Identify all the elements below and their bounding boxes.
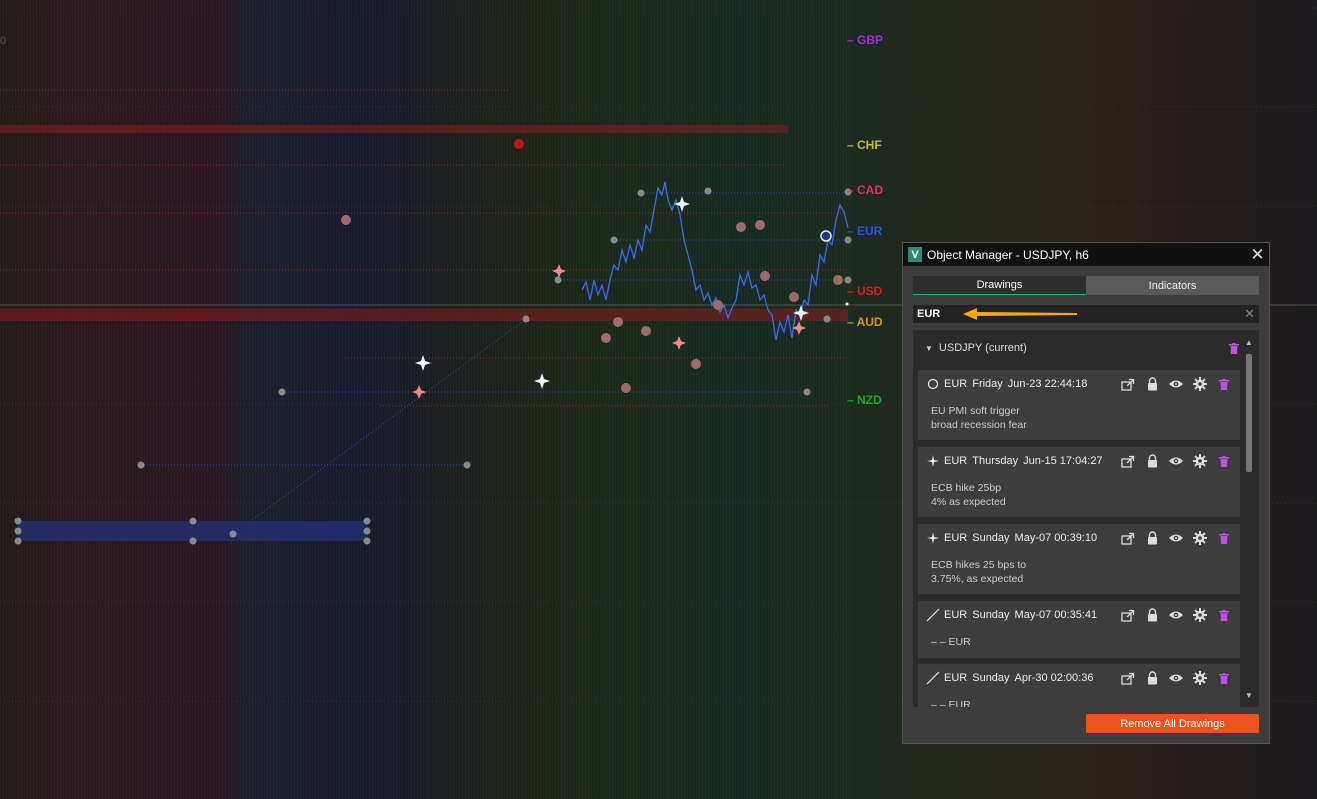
- item-note-line-2: 3.75%, as expected: [931, 573, 1024, 585]
- gear-icon[interactable]: [1192, 453, 1208, 469]
- drawing-item[interactable]: EUR Thursday Jun-15 17:04:27 ECB hike 25bp 4…: [918, 447, 1240, 517]
- trash-icon[interactable]: [1216, 607, 1232, 623]
- item-day: Thursday: [972, 455, 1019, 467]
- remove-all-drawings-button[interactable]: Remove All Drawings: [1086, 714, 1259, 733]
- item-currency: EUR: [944, 378, 968, 390]
- collapse-arrow-icon[interactable]: ▼: [925, 344, 933, 353]
- group-header[interactable]: ▼ USDJPY (current): [913, 330, 1259, 366]
- circle-icon: [926, 377, 940, 391]
- item-datetime: Jun-15 17:04:27: [1023, 455, 1103, 467]
- currency-label-eur: – EUR: [847, 224, 883, 238]
- item-datetime: May-07 00:39:10: [1014, 532, 1098, 544]
- export-icon[interactable]: [1120, 670, 1136, 686]
- item-currency: EUR: [944, 609, 968, 621]
- drawings-list[interactable]: ▼ USDJPY (current) EUR Friday Jun-23 22:44…: [913, 330, 1259, 707]
- gear-icon[interactable]: [1192, 670, 1208, 686]
- currency-label-gbp: – GBP: [847, 33, 884, 47]
- trash-icon[interactable]: [1216, 453, 1232, 469]
- drawing-item[interactable]: EUR Sunday Apr-30 02:00:36 – – EUR: [918, 664, 1240, 707]
- lock-icon[interactable]: [1144, 530, 1160, 546]
- tab-indicators[interactable]: Indicators: [1086, 276, 1259, 295]
- item-toolbar: [1120, 376, 1232, 392]
- title-bar[interactable]: V Object Manager - USDJPY, h6 ✕: [903, 243, 1269, 266]
- object-manager-window[interactable]: V Object Manager - USDJPY, h6 ✕ Drawings…: [902, 242, 1270, 744]
- lock-icon[interactable]: [1144, 670, 1160, 686]
- item-day: Friday: [972, 378, 1003, 390]
- item-currency: EUR: [944, 455, 968, 467]
- item-datetime: Apr-30 02:00:36: [1014, 672, 1094, 684]
- clear-search-icon[interactable]: ✕: [1244, 306, 1259, 322]
- gear-icon[interactable]: [1192, 530, 1208, 546]
- trash-icon[interactable]: [1216, 670, 1232, 686]
- item-toolbar: [1120, 530, 1232, 546]
- item-day: Sunday: [972, 532, 1010, 544]
- drawing-item-header[interactable]: EUR Friday Jun-23 22:44:18: [918, 370, 1240, 398]
- eye-icon[interactable]: [1168, 670, 1184, 686]
- trendline-icon: [926, 608, 940, 622]
- drawing-item-header[interactable]: EUR Sunday May-07 00:35:41: [918, 601, 1240, 629]
- tab-drawings[interactable]: Drawings: [913, 276, 1086, 295]
- drawing-item[interactable]: EUR Friday Jun-23 22:44:18 EU PMI soft trig…: [918, 370, 1240, 440]
- window-title: Object Manager - USDJPY, h6: [927, 247, 1089, 262]
- scroll-thumb[interactable]: [1246, 354, 1252, 472]
- item-note-line-1: – – EUR: [931, 636, 971, 648]
- scroll-up-arrow-icon[interactable]: ▲: [1245, 338, 1253, 347]
- export-icon[interactable]: [1120, 607, 1136, 623]
- item-note-line-2: broad recession fear: [931, 419, 1027, 431]
- scroll-down-arrow-icon[interactable]: ▼: [1245, 691, 1253, 700]
- drawing-item-header[interactable]: EUR Thursday Jun-15 17:04:27: [918, 447, 1240, 475]
- tab-bar: Drawings Indicators: [913, 276, 1259, 295]
- sparkle-icon: [926, 531, 940, 545]
- scrollbar[interactable]: ▲ ▼: [1244, 330, 1254, 707]
- item-datetime: May-07 00:35:41: [1014, 609, 1098, 621]
- lock-icon[interactable]: [1144, 453, 1160, 469]
- item-note-line-2: 4% as expected: [931, 496, 1006, 508]
- currency-label-aud: – AUD: [847, 315, 883, 329]
- item-day: Sunday: [972, 609, 1010, 621]
- eye-icon[interactable]: [1168, 376, 1184, 392]
- search-value: EUR: [917, 308, 941, 320]
- currency-label-nzd: – NZD: [847, 393, 882, 407]
- currency-label-usd: – USD: [847, 284, 883, 298]
- item-toolbar: [1120, 453, 1232, 469]
- arrow-pointer-icon: [963, 308, 1077, 320]
- trash-icon[interactable]: [1216, 376, 1232, 392]
- close-icon[interactable]: ✕: [1246, 243, 1269, 266]
- export-icon[interactable]: [1120, 376, 1136, 392]
- item-note-line-1: EU PMI soft trigger: [931, 405, 1020, 417]
- lock-icon[interactable]: [1144, 376, 1160, 392]
- export-icon[interactable]: [1120, 453, 1136, 469]
- trendline-icon: [926, 671, 940, 685]
- item-toolbar: [1120, 607, 1232, 623]
- item-day: Sunday: [972, 672, 1010, 684]
- trash-icon[interactable]: [1216, 530, 1232, 546]
- delete-group-icon[interactable]: [1226, 340, 1242, 356]
- search-input[interactable]: EUR ✕: [913, 305, 1259, 323]
- drawing-item-header[interactable]: EUR Sunday Apr-30 02:00:36: [918, 664, 1240, 692]
- item-datetime: Jun-23 22:44:18: [1007, 378, 1088, 390]
- item-note-line-1: ECB hike 25bp: [931, 482, 1002, 494]
- drawing-item[interactable]: EUR Sunday May-07 00:39:10 ECB hikes 25 bps…: [918, 524, 1240, 594]
- currency-label-cad: – CAD: [847, 183, 884, 197]
- item-toolbar: [1120, 670, 1232, 686]
- sparkle-icon: [926, 454, 940, 468]
- drawing-item-header[interactable]: EUR Sunday May-07 00:39:10: [918, 524, 1240, 552]
- eye-icon[interactable]: [1168, 530, 1184, 546]
- item-note-line-1: – – EUR: [931, 699, 971, 707]
- app-logo: V: [908, 247, 922, 262]
- left-axis-tick: 0: [0, 35, 7, 47]
- drawing-item[interactable]: EUR Sunday May-07 00:35:41 – – EUR: [918, 601, 1240, 658]
- item-currency: EUR: [944, 532, 968, 544]
- item-currency: EUR: [944, 672, 968, 684]
- eye-icon[interactable]: [1168, 453, 1184, 469]
- gear-icon[interactable]: [1192, 376, 1208, 392]
- gear-icon[interactable]: [1192, 607, 1208, 623]
- export-icon[interactable]: [1120, 530, 1136, 546]
- group-label: USDJPY (current): [938, 342, 1027, 354]
- eye-icon[interactable]: [1168, 607, 1184, 623]
- item-note-line-1: ECB hikes 25 bps to: [931, 559, 1027, 571]
- currency-label-chf: – CHF: [847, 138, 882, 152]
- lock-icon[interactable]: [1144, 607, 1160, 623]
